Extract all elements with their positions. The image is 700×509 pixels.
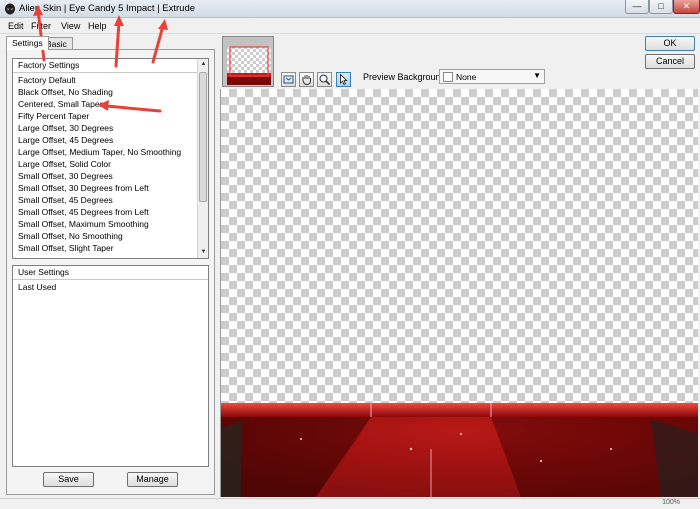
- menu-edit[interactable]: Edit: [8, 21, 24, 31]
- manage-button[interactable]: Manage: [127, 472, 178, 487]
- user-settings-header: User Settings: [13, 266, 208, 280]
- preview-background-value: None: [456, 72, 477, 82]
- maximize-button[interactable]: □: [649, 0, 673, 14]
- list-item[interactable]: Small Offset, 45 Degrees from Left: [13, 206, 198, 218]
- save-button[interactable]: Save: [43, 472, 94, 487]
- alien-skin-logo-icon: [5, 3, 15, 15]
- factory-settings-items: Factory Default Black Offset, No Shading…: [13, 74, 198, 254]
- scroll-down-icon[interactable]: ▼: [198, 247, 208, 258]
- list-item[interactable]: Small Offset, No Smoothing: [13, 230, 198, 242]
- zoom-fit-icon: [283, 75, 294, 84]
- maximize-icon: □: [658, 1, 664, 11]
- preview-background-label: Preview Background:: [363, 72, 449, 82]
- minimize-button[interactable]: —: [625, 0, 649, 14]
- user-settings-items: Last Used: [13, 281, 208, 293]
- list-item[interactable]: Large Offset, 30 Degrees: [13, 122, 198, 134]
- tab-settings[interactable]: Settings: [6, 36, 49, 50]
- scroll-thumb[interactable]: [199, 72, 207, 202]
- thumbnail-render: [223, 37, 273, 86]
- status-bar: 100%: [0, 498, 700, 509]
- close-button[interactable]: ✕: [673, 0, 700, 14]
- pointer-arrow-icon: [340, 73, 348, 86]
- zoom-readout: 100%: [662, 499, 680, 506]
- list-item[interactable]: Large Offset, 45 Degrees: [13, 134, 198, 146]
- list-item[interactable]: Factory Default: [13, 74, 198, 86]
- menu-help[interactable]: Help: [88, 21, 107, 31]
- close-icon: ✕: [682, 1, 691, 11]
- magnifier-button[interactable]: [317, 72, 332, 87]
- pointer-button[interactable]: [336, 72, 351, 87]
- list-item[interactable]: Large Offset, Medium Taper, No Smoothing: [13, 146, 198, 158]
- list-item[interactable]: Last Used: [13, 281, 208, 293]
- menu-view[interactable]: View: [61, 21, 80, 31]
- user-settings-list[interactable]: User Settings Last Used: [12, 265, 209, 467]
- preview-navigator-thumbnail[interactable]: [222, 36, 274, 87]
- magnifier-icon: [319, 74, 331, 86]
- scroll-up-icon[interactable]: ▲: [198, 59, 208, 70]
- list-item[interactable]: Small Offset, Maximum Smoothing: [13, 218, 198, 230]
- list-item[interactable]: Centered, Small Taper: [13, 98, 198, 110]
- title-bar: Alien Skin | Eye Candy 5 Impact | Extrud…: [0, 0, 700, 18]
- ok-button[interactable]: OK: [645, 36, 695, 51]
- factory-settings-list[interactable]: Factory Settings Factory Default Black O…: [12, 58, 209, 259]
- hand-pan-icon: [302, 75, 311, 86]
- cancel-button[interactable]: Cancel: [645, 54, 695, 69]
- factory-list-scrollbar[interactable]: ▲ ▼: [197, 59, 208, 258]
- list-item[interactable]: Black Offset, No Shading: [13, 86, 198, 98]
- minimize-icon: —: [632, 1, 642, 11]
- menu-filter[interactable]: Filter: [31, 21, 51, 31]
- factory-settings-header: Factory Settings: [13, 59, 198, 73]
- hand-pan-button[interactable]: [299, 72, 314, 87]
- list-item[interactable]: Small Offset, 30 Degrees: [13, 170, 198, 182]
- preview-canvas[interactable]: [220, 89, 698, 497]
- background-swatch: [443, 72, 453, 82]
- chevron-down-icon: ▼: [533, 71, 541, 80]
- extrude-render: [221, 403, 698, 497]
- list-item[interactable]: Small Offset, 30 Degrees from Left: [13, 182, 198, 194]
- window-title: Alien Skin | Eye Candy 5 Impact | Extrud…: [19, 3, 196, 14]
- zoom-fit-button[interactable]: [281, 72, 296, 87]
- menu-bar: Edit Filter View Help: [0, 18, 700, 34]
- list-item[interactable]: Small Offset, 45 Degrees: [13, 194, 198, 206]
- list-item[interactable]: Fifty Percent Taper: [13, 110, 198, 122]
- list-item[interactable]: Large Offset, Solid Color: [13, 158, 198, 170]
- preview-background-select[interactable]: None ▼: [439, 69, 545, 84]
- list-item[interactable]: Small Offset, Slight Taper: [13, 242, 198, 254]
